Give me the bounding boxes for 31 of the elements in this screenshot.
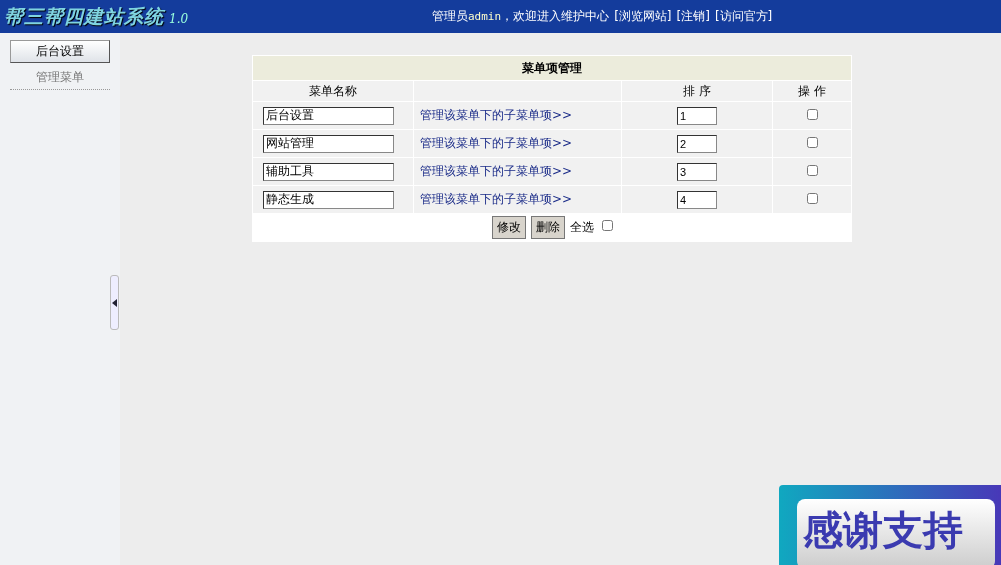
order-input[interactable]: 3 [677,162,717,181]
action-button[interactable]: 修改 [491,216,526,239]
order-input[interactable]: 2 [677,134,717,153]
sidebar-item[interactable]: 管理菜单 [10,69,110,90]
row-checkbox[interactable] [806,136,818,148]
row-checkbox[interactable] [806,164,818,176]
collapse-handle[interactable] [110,275,119,330]
select-all-checkbox[interactable] [601,220,613,231]
order-input[interactable]: 1 [677,106,717,125]
row-checkbox[interactable] [806,192,818,204]
table-title: 菜单项管理 [253,56,851,80]
row-checkbox[interactable] [806,108,818,120]
column-header: 菜单名称 [253,81,413,101]
sidebar-button[interactable]: 后台设置 [10,40,110,63]
select-all-label: 全选 [569,220,594,234]
header-link[interactable]: [注销] [676,8,710,25]
version-text: 1.0 [169,11,189,26]
logo-text: 帮三帮四建站系统 [4,3,164,29]
name-input[interactable]: 辅助工具 [263,162,394,181]
column-header: 排 序 [622,81,772,101]
name-input[interactable]: 网站管理 [263,134,394,153]
order-input[interactable]: 4 [677,190,717,209]
banner-text: 感谢支持 [797,499,995,565]
column-header: 操 作 [773,81,851,101]
caret-icon [111,298,118,307]
action-button[interactable]: 删除 [530,216,565,239]
header-link[interactable]: [浏览网站] [614,8,672,25]
greeting-text: 管理员admin，欢迎进入维护中心 [432,8,610,25]
name-input[interactable]: 后台设置 [263,106,394,125]
header-link[interactable]: [访问官方] [714,8,773,25]
name-input[interactable]: 静态生成 [263,190,394,209]
